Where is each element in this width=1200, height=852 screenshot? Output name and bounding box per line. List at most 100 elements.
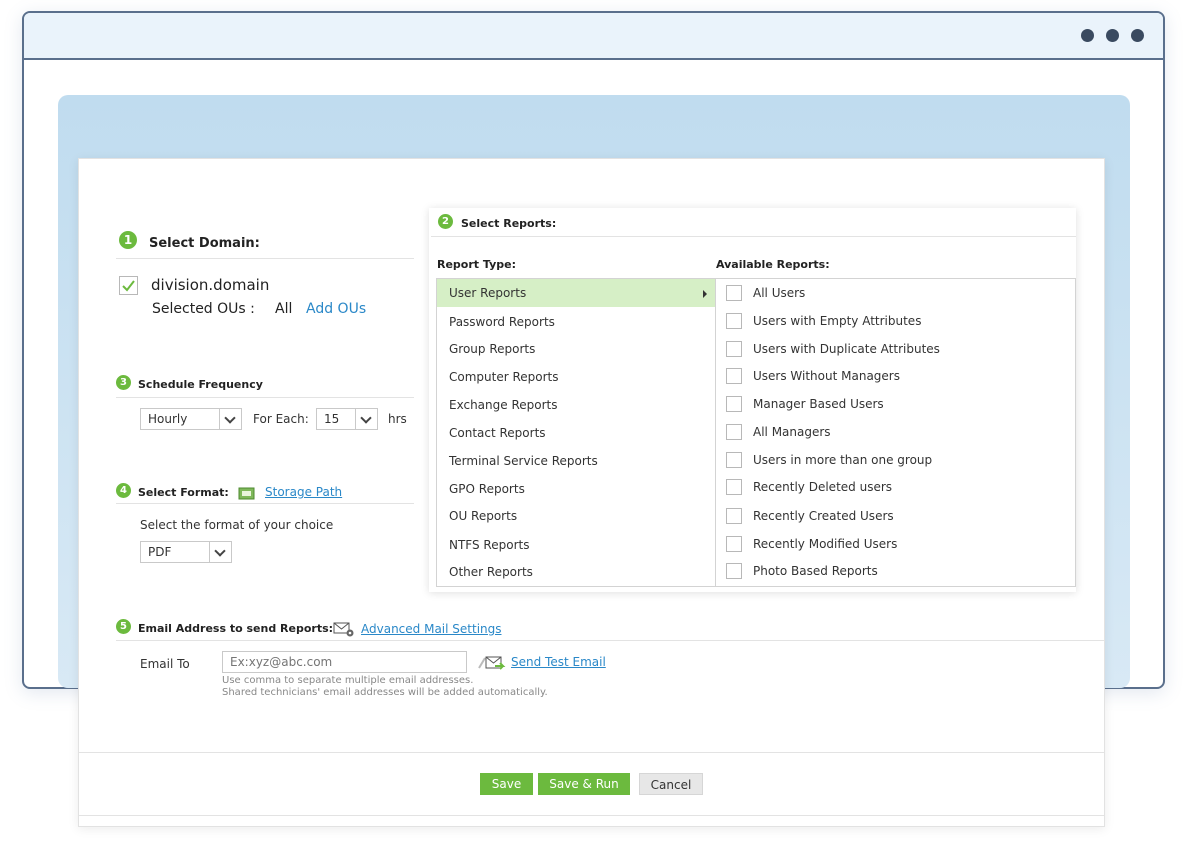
interval-select[interactable]: 15 [316,408,378,430]
select-domain-title: Select Domain: [149,236,260,251]
report-type-item-gpo-reports[interactable]: GPO Reports [437,475,715,503]
divider [431,236,1076,237]
add-ous-link[interactable]: Add OUs [306,301,366,317]
report-type-label: OU Reports [449,509,518,523]
save-and-run-button[interactable]: Save & Run [538,773,630,795]
divider [116,640,1104,641]
report-checkbox[interactable] [726,368,742,384]
report-type-label: GPO Reports [449,482,525,496]
available-reports-list: All Users Users with Empty Attributes Us… [715,278,1076,587]
report-type-header: Report Type: [437,258,516,271]
report-checkbox[interactable] [726,341,742,357]
step-1-badge: 1 [119,231,137,249]
report-type-item-other-reports[interactable]: Other Reports [437,558,715,586]
report-option-label: Recently Deleted users [753,480,893,494]
domain-name: division.domain [151,276,270,294]
divider [116,503,414,504]
selected-ous-label: Selected OUs : [152,301,255,317]
report-type-item-group-reports[interactable]: Group Reports [437,335,715,363]
select-format-title: Select Format: [138,486,229,499]
report-checkbox[interactable] [726,479,742,495]
mail-settings-icon [333,622,354,637]
chevron-down-icon [355,409,377,429]
selected-ous-value: All [275,301,293,317]
report-type-item-contact-reports[interactable]: Contact Reports [437,419,715,447]
report-option-label: Users with Empty Attributes [753,314,922,328]
step-4-badge: 4 [116,483,131,498]
report-checkbox[interactable] [726,536,742,552]
domain-checkbox[interactable] [119,276,138,295]
step-3-badge: 3 [116,375,131,390]
report-option-label: Recently Modified Users [753,537,898,551]
for-each-label: For Each: [253,412,309,426]
window-dot-icon [1131,29,1144,42]
caret-right-icon [703,290,707,298]
report-type-item-password-reports[interactable]: Password Reports [437,308,715,336]
step-5-badge: 5 [116,619,131,634]
report-type-label: NTFS Reports [449,538,530,552]
select-reports-title: Select Reports: [461,217,557,230]
send-mail-icon [478,656,506,670]
email-hint-comma: Use comma to separate multiple email add… [222,675,474,686]
report-type-label: Group Reports [449,342,536,356]
email-to-label: Email To [140,657,190,671]
report-checkbox[interactable] [726,285,742,301]
chevron-down-icon [209,542,231,562]
report-checkbox[interactable] [726,313,742,329]
frequency-value: Hourly [148,412,188,426]
report-type-label: Contact Reports [449,426,546,440]
window-dot-icon [1106,29,1119,42]
interval-value: 15 [324,412,340,426]
report-type-label: Computer Reports [449,370,559,384]
email-section-title: Email Address to send Reports: [138,622,334,635]
divider [116,397,414,398]
storage-path-link[interactable]: Storage Path [265,485,342,499]
report-checkbox[interactable] [726,452,742,468]
available-reports-header: Available Reports: [716,258,830,271]
interval-unit: hrs [388,412,407,426]
report-type-item-ou-reports[interactable]: OU Reports [437,502,715,530]
report-option-label: Manager Based Users [753,397,884,411]
cancel-button[interactable]: Cancel [639,773,703,795]
browser-title-bar [24,13,1163,60]
report-option-label: Users Without Managers [753,369,900,383]
frequency-select[interactable]: Hourly [140,408,242,430]
report-type-item-user-reports[interactable]: User Reports [437,279,715,307]
report-type-item-computer-reports[interactable]: Computer Reports [437,363,715,391]
report-checkbox[interactable] [726,424,742,440]
schedule-frequency-title: Schedule Frequency [138,378,263,391]
save-button[interactable]: Save [480,773,533,795]
footer-bottom-divider [79,815,1104,816]
format-select[interactable]: PDF [140,541,232,563]
advanced-mail-settings-link[interactable]: Advanced Mail Settings [361,622,502,636]
step-2-badge: 2 [438,214,453,229]
report-option-label: Users in more than one group [753,453,933,467]
report-option-label: Photo Based Reports [753,564,878,578]
report-checkbox[interactable] [726,508,742,524]
send-test-email-link[interactable]: Send Test Email [511,655,606,669]
report-option-label: Recently Created Users [753,509,894,523]
report-type-label: User Reports [449,286,527,300]
report-checkbox[interactable] [726,396,742,412]
email-to-input[interactable] [222,651,467,673]
report-type-item-terminal-service-reports[interactable]: Terminal Service Reports [437,447,715,475]
checkmark-icon [122,280,135,292]
folder-storage-icon [238,487,255,500]
format-value: PDF [148,545,172,559]
report-option-label: All Managers [753,425,831,439]
report-checkbox[interactable] [726,563,742,579]
window-dot-icon [1081,29,1094,42]
report-type-list: User Reports Password Reports Group Repo… [436,278,715,587]
report-type-label: Terminal Service Reports [449,454,598,468]
email-hint-shared: Shared technicians' email addresses will… [222,687,548,698]
report-type-item-ntfs-reports[interactable]: NTFS Reports [437,531,715,559]
report-type-label: Password Reports [449,315,555,329]
report-type-label: Exchange Reports [449,398,558,412]
report-type-label: Other Reports [449,565,533,579]
footer-divider [79,752,1104,753]
report-option-label: All Users [753,286,806,300]
format-prompt: Select the format of your choice [140,518,334,532]
report-type-item-exchange-reports[interactable]: Exchange Reports [437,391,715,419]
chevron-down-icon [219,409,241,429]
report-option-label: Users with Duplicate Attributes [753,342,940,356]
